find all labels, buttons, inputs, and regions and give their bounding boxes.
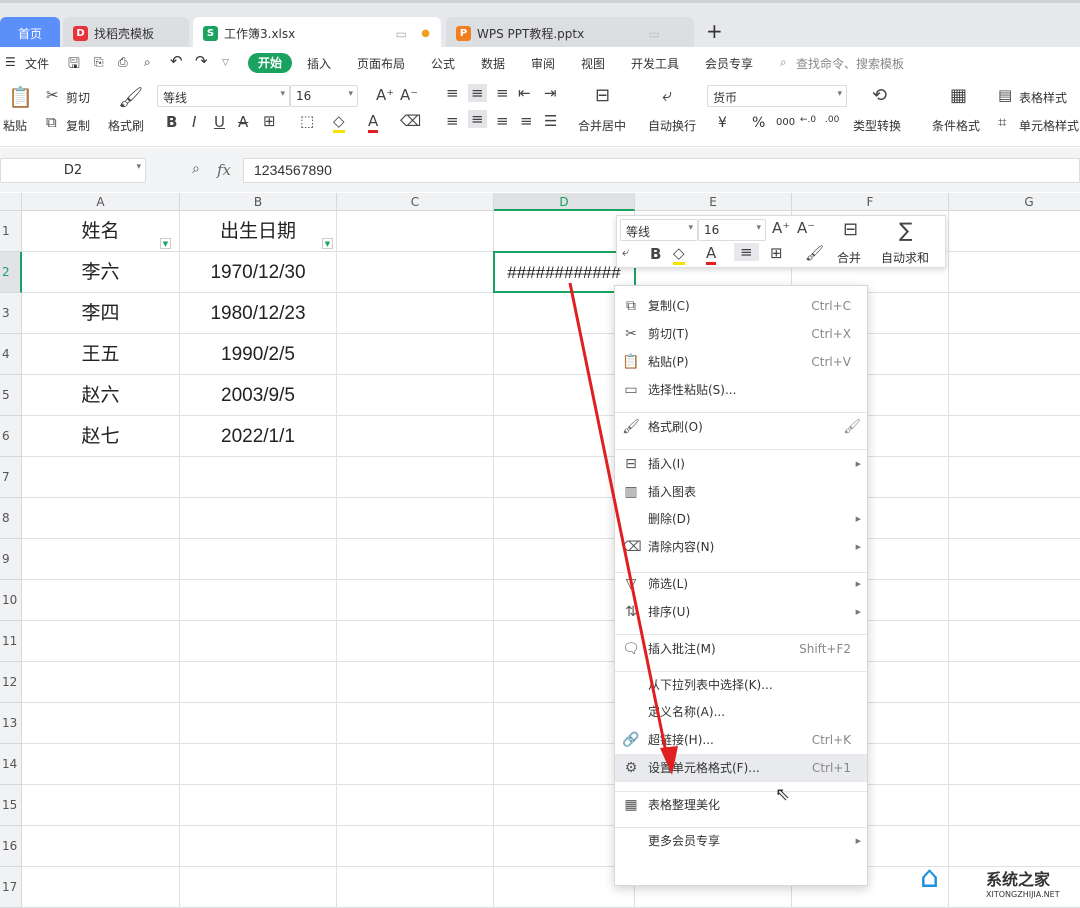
watermark-name: 系统之家 — [986, 870, 1051, 889]
watermark-url: XITONGZHIJIA.NET — [986, 890, 1060, 899]
watermark-logo: ⌂ 系统之家 XITONGZHIJIA.NET — [918, 860, 1078, 906]
mouse-cursor-icon: ⇖ — [775, 784, 791, 805]
annotation-arrow — [568, 282, 678, 775]
house-logo-icon: ⌂ — [920, 860, 940, 895]
